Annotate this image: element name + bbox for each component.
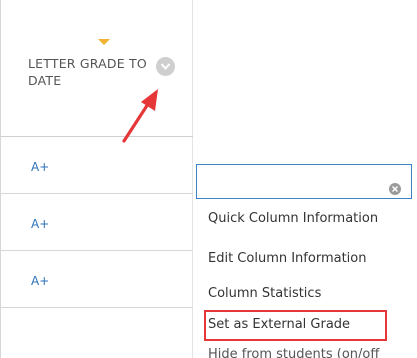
menu-item-edit-column-information[interactable]: Edit Column Information [208,251,366,266]
menu-search-input[interactable] [196,164,412,199]
chevron-down-icon [160,63,171,71]
table-row: A+ [1,137,193,194]
menu-item-quick-column-information[interactable]: Quick Column Information [208,211,378,226]
clear-x-icon[interactable] [389,183,401,195]
grade-column: LETTER GRADE TO DATE A+ A+ A+ [0,0,193,358]
column-header[interactable]: LETTER GRADE TO DATE [1,0,193,143]
sort-triangle-icon [98,39,110,45]
table-row: A+ [1,251,193,308]
grade-value[interactable]: A+ [31,217,49,231]
menu-item-hide-from-students[interactable]: Hide from students (on/off [208,347,379,358]
column-menu-button[interactable] [156,57,175,76]
grade-value[interactable]: A+ [31,274,49,288]
table-row: A+ [1,194,193,251]
grade-value[interactable]: A+ [31,160,49,174]
menu-item-column-statistics[interactable]: Column Statistics [208,286,321,301]
red-arrow-icon [122,89,158,143]
highlight-box [204,310,387,341]
